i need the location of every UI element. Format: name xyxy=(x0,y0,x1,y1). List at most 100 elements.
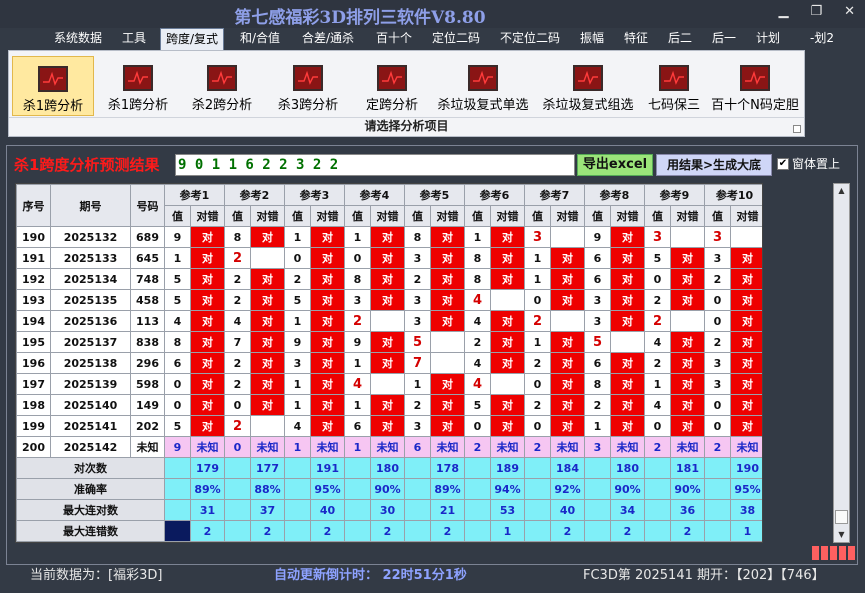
app-title: 第七感福彩3D排列三软件V8.80 xyxy=(234,8,486,28)
stat-spacer xyxy=(224,457,251,479)
cell-hit: 对 xyxy=(610,289,645,311)
cell-hit: 未知 xyxy=(550,436,585,458)
ribbon-kill1-span-b[interactable]: 杀1跨分析 xyxy=(97,56,179,116)
col-header-issue: 期号 xyxy=(50,184,131,227)
cell-hit: 对 xyxy=(730,352,762,374)
cell-hit: 对 xyxy=(670,373,705,395)
generate-base-button[interactable]: 用结果>生成大底 xyxy=(656,154,772,176)
table-row[interactable]: 196 2025138 296 6 对 2 对 3 对 1 对 7 4 对 2 对 6 对 2 对 3 对 xyxy=(16,352,762,374)
stat-spacer xyxy=(644,457,671,479)
cell-value: 5 xyxy=(584,331,611,353)
cell-hit: 对 xyxy=(250,394,285,416)
cell-value: 7 xyxy=(404,352,431,374)
cell-value: 2 xyxy=(464,331,491,353)
menu-bsg[interactable]: 百十个 xyxy=(376,28,412,50)
ribbon-junk-group[interactable]: 杀垃圾复式组选 xyxy=(537,56,639,116)
menu-amplitude[interactable]: 振幅 xyxy=(580,28,604,50)
ribbon-seven-three[interactable]: 七码保三 xyxy=(642,56,706,116)
cell-hit xyxy=(430,352,465,374)
col-header-ref: 参考2 xyxy=(224,184,285,206)
cell-value: 1 xyxy=(524,331,551,353)
scroll-down-icon[interactable]: ▼ xyxy=(834,528,849,542)
table-row[interactable]: 199 2025141 202 5 对 2 4 对 6 对 3 对 0 对 0 对 1 对 0 对 0 对 xyxy=(16,415,762,437)
stat-spacer xyxy=(704,499,731,521)
cell-value: 2 xyxy=(644,436,671,458)
stat-value: 90% xyxy=(610,478,645,500)
cell-value: 9 xyxy=(584,226,611,248)
stat-spacer xyxy=(404,457,431,479)
cell-hit: 对 xyxy=(430,268,465,290)
cell-hit: 未知 xyxy=(610,436,645,458)
menu-last-two[interactable]: 后二 xyxy=(668,28,692,50)
cell-value: 8 xyxy=(344,268,371,290)
cell-hit: 对 xyxy=(190,331,225,353)
restore-icon[interactable]: ❐ xyxy=(810,4,822,19)
cell-value: 1 xyxy=(164,247,191,269)
stat-value: 90% xyxy=(370,478,405,500)
menu-last-one[interactable]: 后一 xyxy=(712,28,736,50)
cell-value: 0 xyxy=(164,373,191,395)
table-row[interactable]: 198 2025140 149 0 对 0 对 1 对 1 对 2 对 5 对 2 对 2 对 4 对 0 对 xyxy=(16,394,762,416)
table-row[interactable]: 194 2025136 113 4 对 4 对 1 对 2 3 对 4 对 2 3 对 2 0 对 xyxy=(16,310,762,332)
table-row[interactable]: 190 2025132 689 9 对 8 对 1 对 1 对 8 对 1 对 3 9 对 3 3 xyxy=(16,226,762,248)
ribbon-fixed-span[interactable]: 定跨分析 xyxy=(352,56,432,116)
cell-hit: 对 xyxy=(550,247,585,269)
cell-hit: 对 xyxy=(250,226,285,248)
menu-plan2[interactable]: -划2 xyxy=(810,28,834,50)
ribbon-kill3-span[interactable]: 杀3跨分析 xyxy=(267,56,349,116)
col-header-value: 值 xyxy=(644,205,671,227)
stat-value: 177 xyxy=(250,457,285,479)
table-row[interactable]: 200 2025142 未知 9 未知 0 未知 1 未知 1 未知 6 未知 2 未知 2 未知 3 未知 2 未知 2… xyxy=(16,436,762,458)
row-number: 149 xyxy=(130,394,165,416)
result-field[interactable]: 9 0 1 1 6 2 2 3 2 2 xyxy=(175,154,575,176)
cell-hit xyxy=(370,373,405,395)
table-row[interactable]: 191 2025133 645 1 对 2 0 对 0 对 3 对 8 对 1 对 6 对 5 对 3 对 xyxy=(16,247,762,269)
table-row[interactable]: 197 2025139 598 0 对 2 对 1 对 4 1 对 4 0 对 8 对 1 对 3 对 xyxy=(16,373,762,395)
menu-system-data[interactable]: 系统数据 xyxy=(54,28,102,50)
ribbon-junk-single[interactable]: 杀垃圾复式单选 xyxy=(432,56,534,116)
export-excel-button[interactable]: 导出excel xyxy=(577,154,653,176)
cell-value: 2 xyxy=(404,268,431,290)
menu-plan[interactable]: 计划 xyxy=(756,28,780,50)
menu-diff-kill[interactable]: 合差/通杀 xyxy=(302,28,354,50)
stat-value: 2 xyxy=(250,520,285,542)
cell-hit xyxy=(250,415,285,437)
menu-unfixed-two[interactable]: 不定位二码 xyxy=(500,28,560,50)
cell-hit xyxy=(610,331,645,353)
menu-tools[interactable]: 工具 xyxy=(122,28,146,50)
table-row[interactable]: 195 2025137 838 8 对 7 对 9 对 9 对 5 2 对 1 对 5 4 对 2 对 xyxy=(16,331,762,353)
checkbox-check-icon[interactable]: ✔ xyxy=(777,157,789,170)
cell-value: 5 xyxy=(404,331,431,353)
col-header-ref: 参考10 xyxy=(704,184,762,206)
expand-icon[interactable] xyxy=(793,125,801,133)
scroll-thumb[interactable] xyxy=(835,510,848,524)
row-seq: 198 xyxy=(16,394,51,416)
scroll-up-icon[interactable]: ▲ xyxy=(834,184,849,198)
stat-value: 1 xyxy=(730,520,762,542)
table-row[interactable]: 193 2025135 458 5 对 2 对 5 对 3 对 3 对 4 0 对 3 对 2 对 0 对 xyxy=(16,289,762,311)
stat-row: 最大连错数 2 2 2 2 2 1 2 2 2 1 xyxy=(16,520,762,542)
menu-span-compound[interactable]: 跨度/复式 xyxy=(160,28,225,50)
always-on-top-checkbox[interactable]: ✔ 窗体置上 xyxy=(777,155,840,172)
cell-hit: 对 xyxy=(610,268,645,290)
menu-feature[interactable]: 特征 xyxy=(624,28,648,50)
col-header-seq: 序号 xyxy=(16,184,51,227)
close-icon[interactable]: ✕ xyxy=(844,4,855,19)
stat-spacer xyxy=(464,478,491,500)
cell-hit: 对 xyxy=(670,352,705,374)
menu-fixed-two[interactable]: 定位二码 xyxy=(432,28,480,50)
table-row[interactable]: 192 2025134 748 5 对 2 对 2 对 8 对 2 对 8 对 1 对 6 对 0 对 2 对 xyxy=(16,268,762,290)
stat-spacer xyxy=(404,478,431,500)
stat-value: 31 xyxy=(190,499,225,521)
minimize-icon[interactable]: ▁ xyxy=(778,4,788,19)
ribbon-kill1-span-a[interactable]: 杀1跨分析 xyxy=(12,56,94,116)
ribbon-bsg-ncode[interactable]: 百十个N码定胆 xyxy=(707,56,803,116)
row-seq: 194 xyxy=(16,310,51,332)
vertical-scrollbar[interactable]: ▲ ▼ xyxy=(833,183,850,543)
cell-hit: 对 xyxy=(430,415,465,437)
stat-spacer xyxy=(404,499,431,521)
cell-value: 3 xyxy=(404,289,431,311)
stat-spacer xyxy=(284,520,311,542)
ribbon-kill2-span[interactable]: 杀2跨分析 xyxy=(181,56,263,116)
menu-sum[interactable]: 和/合值 xyxy=(240,28,280,50)
